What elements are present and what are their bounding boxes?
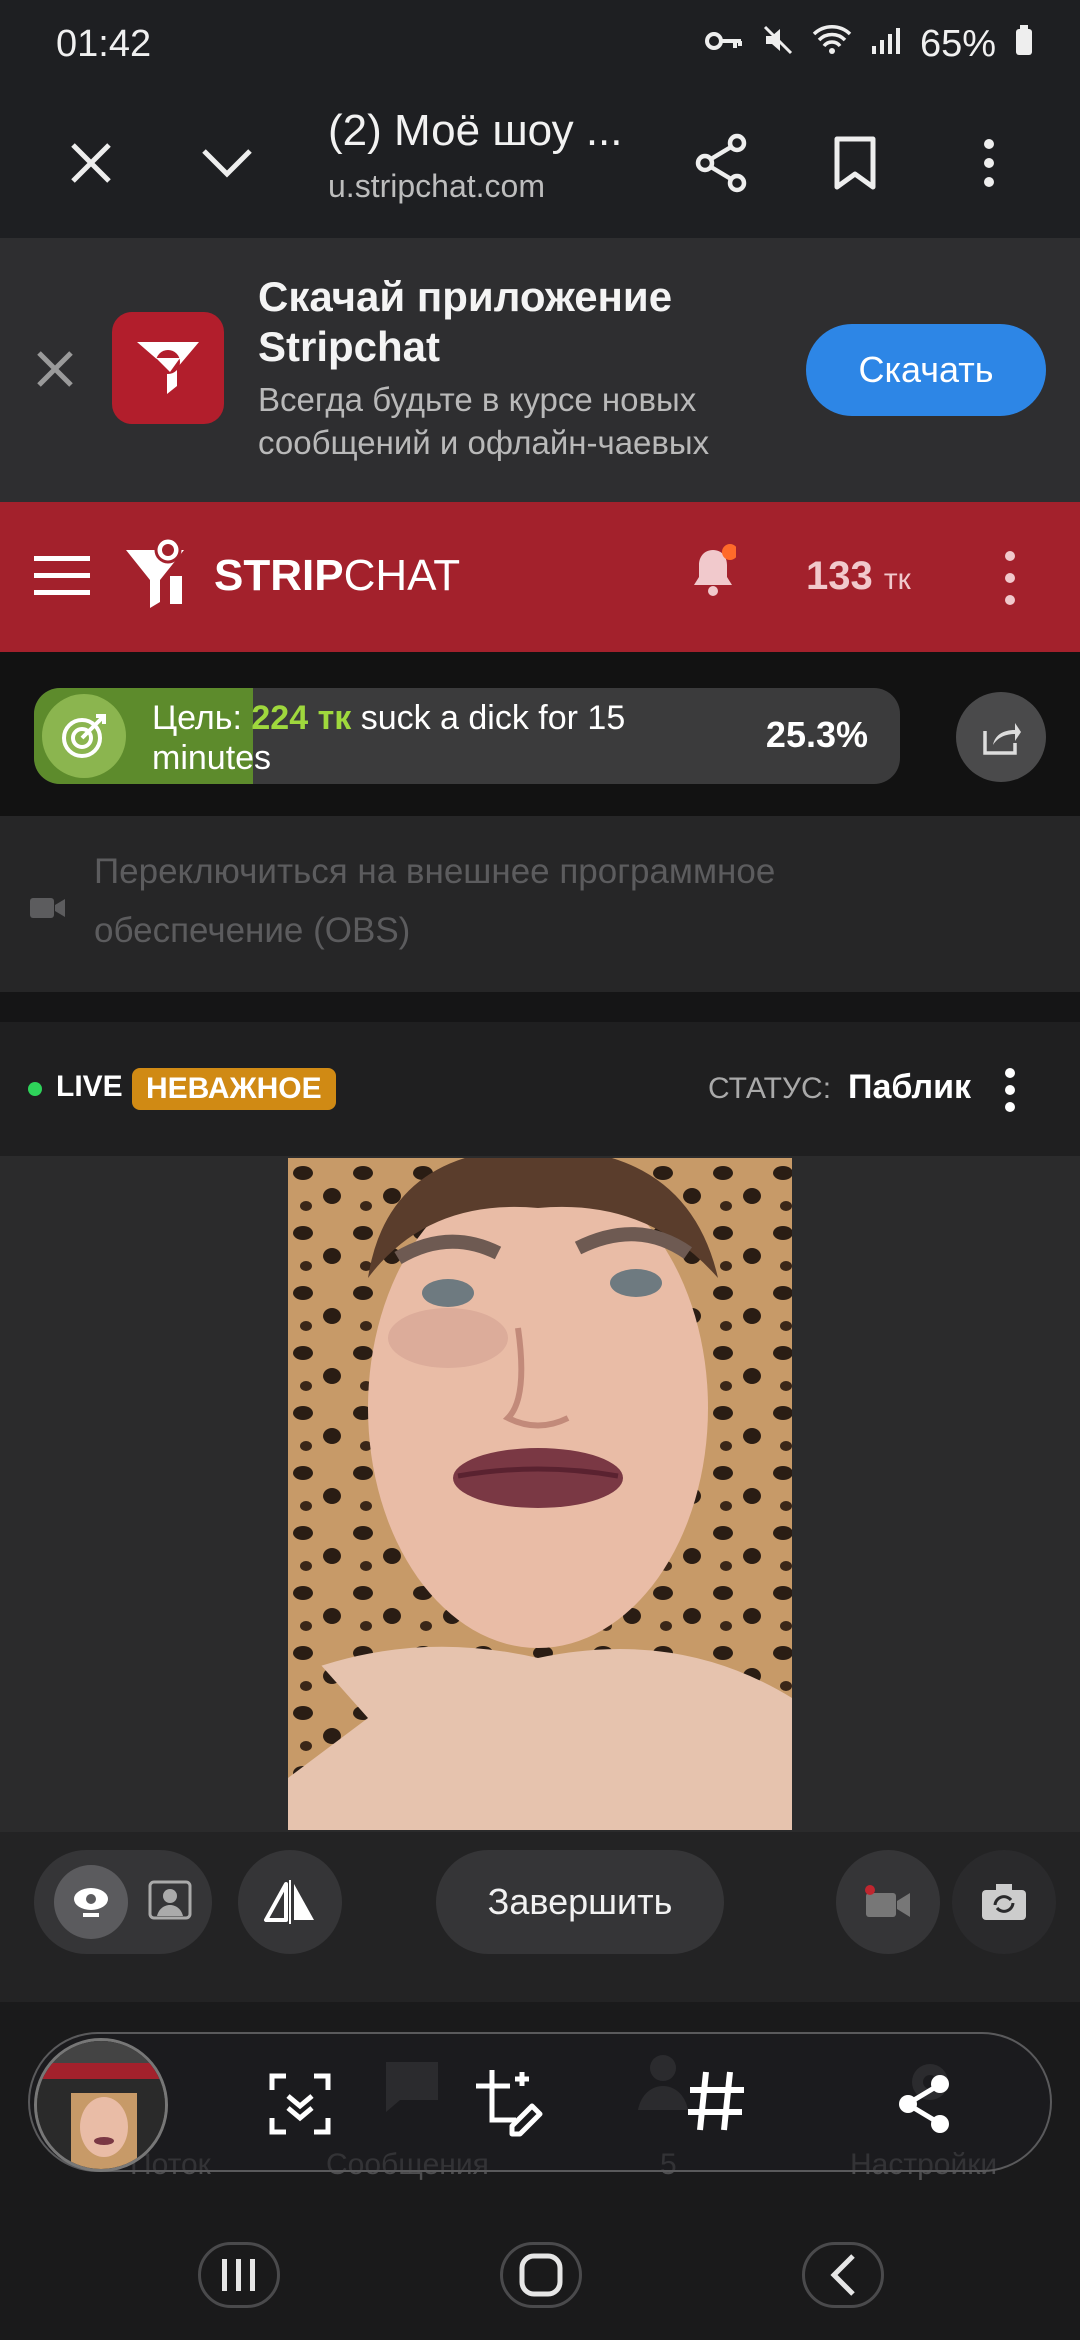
webcam-icon[interactable]: [54, 1865, 128, 1939]
goal-percent: 25.3%: [765, 714, 868, 755]
home-icon[interactable]: [500, 2242, 582, 2308]
signal-icon: [870, 23, 902, 66]
target-icon: [42, 694, 126, 778]
url-text: u.stripchat.com: [328, 168, 545, 204]
hamburger-menu-icon[interactable]: [34, 554, 90, 603]
logo-text: STRIPCHAT: [214, 550, 461, 600]
bookmark-icon[interactable]: [810, 118, 900, 208]
chevron-down-icon[interactable]: [182, 118, 272, 208]
token-balance[interactable]: 133 тк: [806, 554, 911, 599]
mute-icon: [762, 23, 794, 66]
video-camera-icon[interactable]: [836, 1850, 940, 1954]
key-icon: [704, 23, 744, 66]
more-vertical-icon[interactable]: [1004, 550, 1016, 611]
banner-title: Скачай приложение Stripchat: [258, 273, 673, 370]
screenshot-thumbnail[interactable]: [34, 2038, 168, 2172]
goal-progress-bar[interactable]: Цель: 224 тк suck a dick for 15 minutes …: [34, 688, 900, 784]
banner-subtitle: Всегда будьте в курсе новых сообщений и …: [258, 381, 710, 461]
crop-edit-icon[interactable]: [474, 2068, 546, 2143]
notification-bell-icon[interactable]: [690, 544, 738, 603]
recent-apps-icon[interactable]: [198, 2242, 280, 2308]
camera-icon: [30, 896, 66, 925]
tab-title: (2) Моё шоу ...: [328, 106, 623, 155]
share-goal-button[interactable]: [956, 692, 1046, 782]
app-download-banner: Скачай приложение Stripchat Всегда будьт…: [0, 238, 1080, 502]
stripchat-app-icon: [112, 312, 224, 424]
camera-mode-toggle[interactable]: [34, 1850, 212, 1954]
live-indicator-dot: [28, 1082, 42, 1096]
battery-icon: [1014, 23, 1034, 66]
close-banner-icon[interactable]: [36, 350, 74, 393]
stripchat-logo[interactable]: STRIPCHAT: [122, 536, 460, 615]
section-divider: [0, 992, 1080, 1022]
back-icon[interactable]: [802, 2242, 884, 2308]
browser-toolbar: (2) Моё шоу ... u.stripchat.com: [0, 88, 1080, 238]
screenshot-toolbar: [28, 2032, 1052, 2172]
mirror-flip-button[interactable]: [238, 1850, 342, 1954]
scroll-capture-icon[interactable]: [268, 2072, 332, 2141]
status-value[interactable]: Паблик: [848, 1068, 971, 1107]
status-bar: 01:42 65%: [0, 0, 1080, 88]
close-icon[interactable]: [46, 118, 136, 208]
goal-text: Цель: 224 тк suck a dick for 15 minutes: [152, 699, 626, 777]
switch-camera-icon[interactable]: [952, 1850, 1056, 1954]
person-frame-icon[interactable]: [148, 1880, 192, 1925]
system-navigation-bar: [0, 2206, 1080, 2340]
finish-button[interactable]: Завершить: [436, 1850, 724, 1954]
wifi-icon: [812, 23, 852, 66]
obs-switch-row[interactable]: Переключиться на внешнее программное обе…: [0, 816, 1080, 992]
share-icon[interactable]: [676, 118, 766, 208]
live-label: LIVE: [56, 1070, 123, 1103]
hashtag-icon[interactable]: [686, 2070, 746, 2137]
more-vertical-icon[interactable]: [1004, 1068, 1016, 1117]
webcam-video[interactable]: [288, 1158, 792, 1830]
status-label: СТАТУС:: [708, 1072, 832, 1105]
more-vertical-icon[interactable]: [944, 118, 1034, 208]
battery-percent: 65%: [919, 22, 996, 65]
status-time: 01:42: [56, 22, 152, 65]
share-icon[interactable]: [896, 2074, 952, 2139]
obs-switch-text: Переключиться на внешнее программное обе…: [94, 852, 776, 950]
logo-mark-icon: [122, 536, 206, 615]
page-title-area[interactable]: (2) Моё шоу ... u.stripchat.com: [328, 106, 658, 205]
stream-controls: Завершить: [0, 1832, 1080, 2002]
topic-badge[interactable]: НЕВАЖНОЕ: [132, 1068, 336, 1110]
download-button[interactable]: Скачать: [806, 324, 1046, 416]
